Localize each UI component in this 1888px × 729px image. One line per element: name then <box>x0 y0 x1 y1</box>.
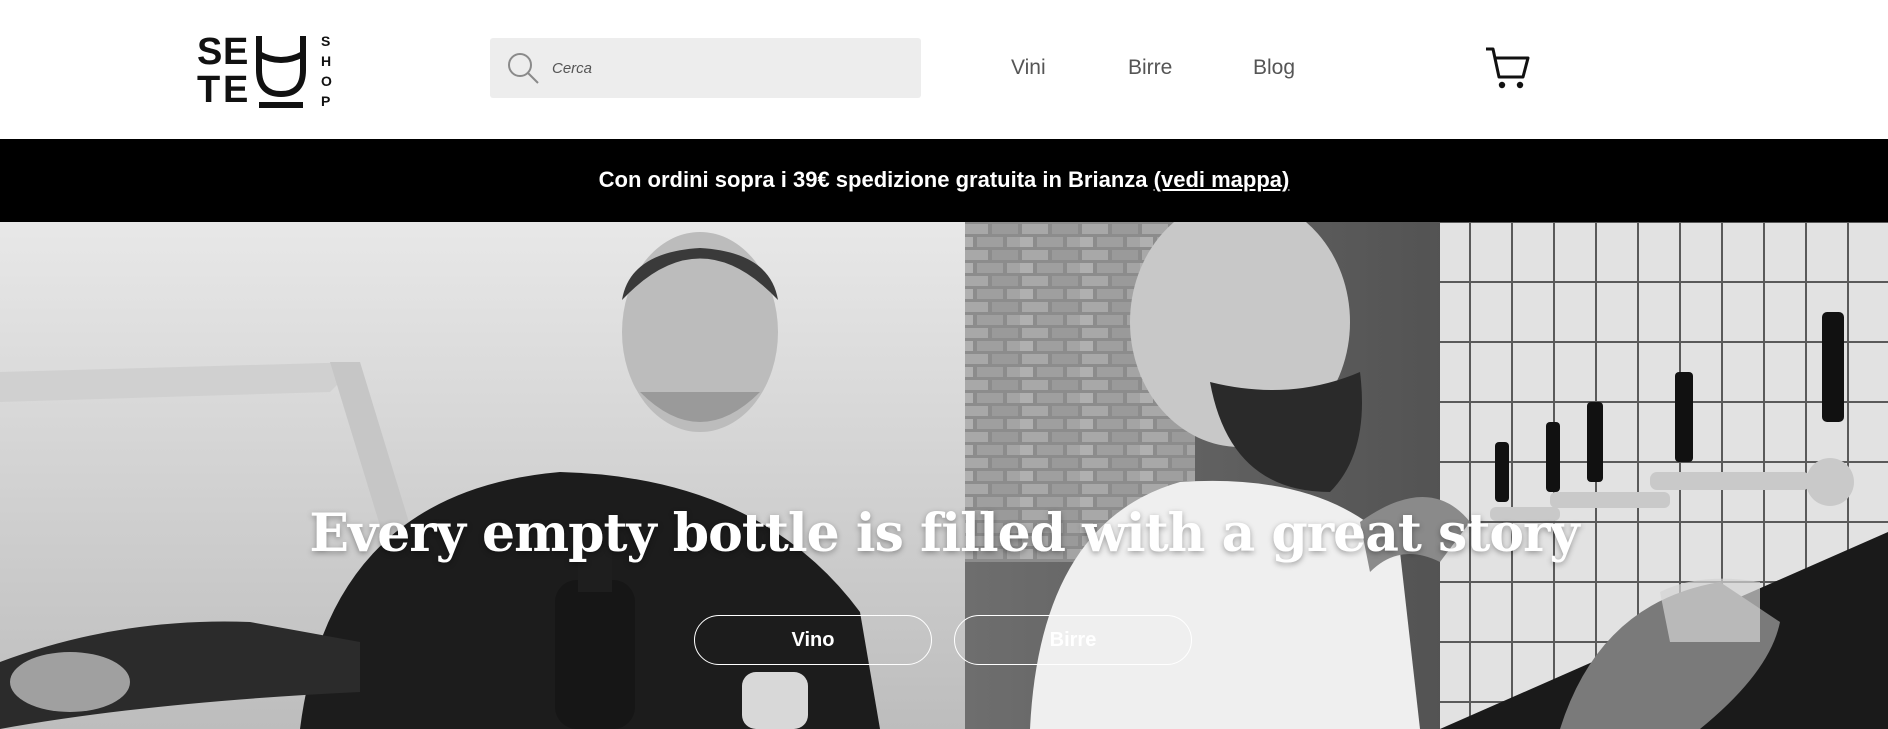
sete-shop-logo[interactable]: S E T E S H O P <box>197 30 342 110</box>
search-box[interactable] <box>490 38 921 98</box>
site-header: S E T E S H O P Vini Birre Blog <box>0 0 1888 139</box>
logo-shop-o: O <box>321 73 332 89</box>
promo-text: Con ordini sopra i 39€ spedizione gratui… <box>598 167 1148 192</box>
cart-button[interactable] <box>1484 46 1530 90</box>
promo-message: Con ordini sopra i 39€ spedizione gratui… <box>0 167 1888 193</box>
hero-banner: Every empty bottle is filled with a grea… <box>0 222 1888 729</box>
promo-bar: Con ordini sopra i 39€ spedizione gratui… <box>0 139 1888 222</box>
search-input[interactable] <box>552 38 907 98</box>
birre-button[interactable]: Birre <box>954 615 1192 665</box>
vino-button[interactable]: Vino <box>694 615 932 665</box>
logo-letter-e2: E <box>223 69 248 110</box>
logo-shop-p: P <box>321 93 330 109</box>
glass-icon <box>256 36 306 108</box>
logo-letter-t: T <box>197 69 220 110</box>
promo-map-link[interactable]: (vedi mappa) <box>1154 167 1290 192</box>
nav-birre[interactable]: Birre <box>1128 55 1172 81</box>
logo-letter-e1: E <box>223 31 248 73</box>
logo-letter-s: S <box>197 31 222 73</box>
logo-graphic: S E T E S H O P <box>197 31 332 110</box>
nav-vini[interactable]: Vini <box>1011 55 1046 81</box>
logo-shop-h: H <box>321 53 331 69</box>
hero-photo <box>0 222 1888 729</box>
hero-title: Every empty bottle is filled with a grea… <box>309 503 1579 564</box>
logo-shop-s: S <box>321 33 330 49</box>
nav-blog[interactable]: Blog <box>1253 55 1295 81</box>
cart-icon <box>1486 47 1530 89</box>
search-icon[interactable] <box>506 51 540 85</box>
